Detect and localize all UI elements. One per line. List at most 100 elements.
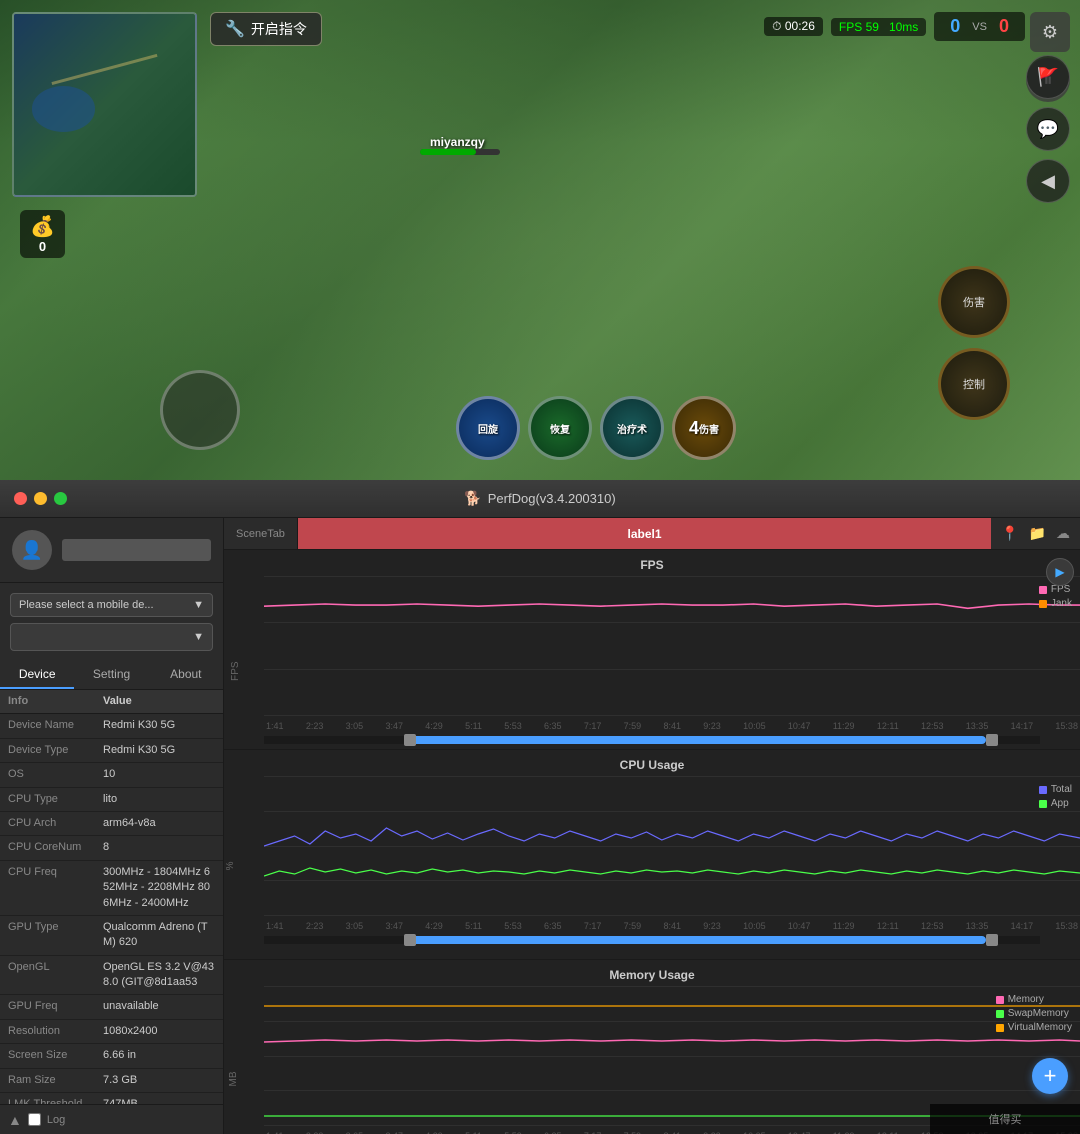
gold-display: 💰 0 [20,210,65,258]
row-info-2: OS [8,767,103,782]
info-rows: Device NameRedmi K30 5GDevice TypeRedmi … [0,714,223,1104]
app-select[interactable]: ▼ [10,623,213,651]
row-info-8: OpenGL [8,960,103,975]
username-bar [62,539,211,561]
cmd-label: 开启指令 [251,19,307,39]
combat-btn-1[interactable]: 伤害 [938,266,1010,338]
perfdog-window: 🐕 PerfDog(v3.4.200310) 👤 Please select a… [0,480,1080,1134]
watermark-text: 值得买 [989,1111,1022,1127]
fps-x-axis: 1:41 2:23 3:05 3:47 4:29 5:11 5:53 6:35 … [264,716,1080,736]
fps-scrollbar[interactable] [264,736,1040,744]
player-health-bar [420,149,500,155]
skill-4[interactable]: 4 伤害 [672,396,736,460]
close-button[interactable] [14,492,27,505]
skill-2[interactable]: 恢复 [528,396,592,460]
perfdog-icon: 🐕 [464,490,481,507]
app-select-chevron: ▼ [193,631,204,643]
scene-tab-active[interactable]: label1 [298,518,991,549]
combat-btn-2[interactable]: 控制 [938,348,1010,420]
row-info-13: LMK Threshold [8,1097,103,1104]
back-button[interactable]: ◀ [1026,159,1070,203]
skill-bar: 回旋 恢复 治疗术 4 伤害 [456,396,736,460]
score-red: 0 [999,16,1009,37]
table-row: Resolution1080x2400 [0,1020,223,1044]
table-row: OpenGLOpenGL ES 3.2 V@438.0 (GIT@8d1aa53 [0,956,223,996]
watermark: 值得买 [930,1104,1080,1134]
skill-3-label: 治疗术 [617,421,647,436]
row-info-12: Ram Size [8,1073,103,1088]
fps-plot: 75 50 25 0 1:41 [264,576,1080,736]
flag-button[interactable]: 🚩 [1026,55,1070,99]
minimap[interactable] [12,12,197,197]
memory-legend: Memory SwapMemory VirtualMemory [996,994,1072,1033]
folder-icon[interactable]: 📁 [1029,525,1046,542]
profile-section: 👤 [0,518,223,583]
fps-chart-container: FPS 75 50 [224,576,1080,736]
joystick[interactable] [160,370,240,450]
row-info-3: CPU Type [8,792,103,807]
info-table: Info Value Device NameRedmi K30 5GDevice… [0,690,223,1104]
score-vs: VS [972,21,987,33]
title-bar: 🐕 PerfDog(v3.4.200310) [0,480,1080,518]
fps-value: FPS 59 [839,20,879,34]
tab-setting[interactable]: Setting [74,661,148,689]
row-value-12: 7.3 GB [103,1073,215,1088]
memory-chart-title: Memory Usage [224,968,1080,982]
row-value-3: lito [103,792,215,807]
tab-about[interactable]: About [149,661,223,689]
tab-device[interactable]: Device [0,661,74,689]
row-info-1: Device Type [8,743,103,758]
chat-button[interactable]: 💬 [1026,107,1070,151]
top-hud: ⏱ 00:26 FPS 59 10ms 0 VS 0 [764,12,1025,41]
expand-button[interactable]: ▲ [8,1112,22,1128]
combat-btn-2-label: 控制 [963,376,985,392]
cpu-x-axis: 1:41 2:23 3:05 3:47 4:29 5:11 5:53 6:35 … [264,916,1080,936]
cmd-icon: 🔧 [225,19,245,39]
row-value-6: 300MHz - 1804MHz 652MHz - 2208MHz 806MHz… [103,865,215,911]
chart-area[interactable]: FPS FPS [224,550,1080,1134]
skill-3[interactable]: 治疗术 [600,396,664,460]
row-value-2: 10 [103,767,215,782]
play-btn-area: ▶ [1040,550,1080,586]
cpu-scrollbar[interactable] [264,936,1040,944]
left-panel: 👤 Please select a mobile de... ▼ ▼ Devic… [0,518,224,1134]
cloud-icon[interactable]: ☁ [1056,525,1070,542]
scene-tab-icons: 📍 📁 ☁ [991,525,1080,542]
play-button[interactable]: ▶ [1046,558,1074,586]
log-label: Log [47,1114,65,1126]
row-info-7: GPU Type [8,920,103,935]
table-row: Device TypeRedmi K30 5G [0,739,223,763]
right-panel: SceneTab label1 📍 📁 ☁ FPS [224,518,1080,1134]
table-row: GPU Frequnavailable [0,995,223,1019]
log-checkbox[interactable] [28,1113,41,1126]
gold-amount: 0 [39,239,46,254]
row-value-5: 8 [103,840,215,855]
minimize-button[interactable] [34,492,47,505]
cpu-y-title: % [225,862,236,871]
row-info-9: GPU Freq [8,999,103,1014]
add-button[interactable]: + [1032,1058,1068,1094]
scene-tab-bar: SceneTab label1 📍 📁 ☁ [224,518,1080,550]
maximize-button[interactable] [54,492,67,505]
table-row: CPU Archarm64-v8a [0,812,223,836]
cpu-chart-section: CPU Usage % [224,750,1080,960]
skill-1[interactable]: 回旋 [456,396,520,460]
skill-2-label: 恢复 [550,421,570,436]
cmd-button[interactable]: 🔧 开启指令 [210,12,322,46]
row-value-10: 1080x2400 [103,1024,215,1039]
device-select-text: Please select a mobile de... [19,599,154,611]
ping-value: 10ms [889,20,918,34]
row-value-11: 6.66 in [103,1048,215,1063]
player-health-fill [420,149,476,155]
settings-button[interactable]: ⚙ [1030,12,1070,52]
game-screen: 🔧 开启指令 ⏱ 00:26 FPS 59 10ms 0 VS 0 ⚙ ⏸ 🚩 … [0,0,1080,480]
info-header: Info Value [0,690,223,714]
cpu-svg [264,776,1080,916]
memory-y-title: MB [228,1072,239,1087]
fps-legend: FPS Jank [1039,584,1072,609]
location-icon[interactable]: 📍 [1001,525,1018,542]
tabs-row: Device Setting About [0,661,223,690]
table-row: Device NameRedmi K30 5G [0,714,223,738]
device-select[interactable]: Please select a mobile de... ▼ [10,593,213,617]
right-sidebar: 🚩 💬 ◀ [1026,55,1070,203]
